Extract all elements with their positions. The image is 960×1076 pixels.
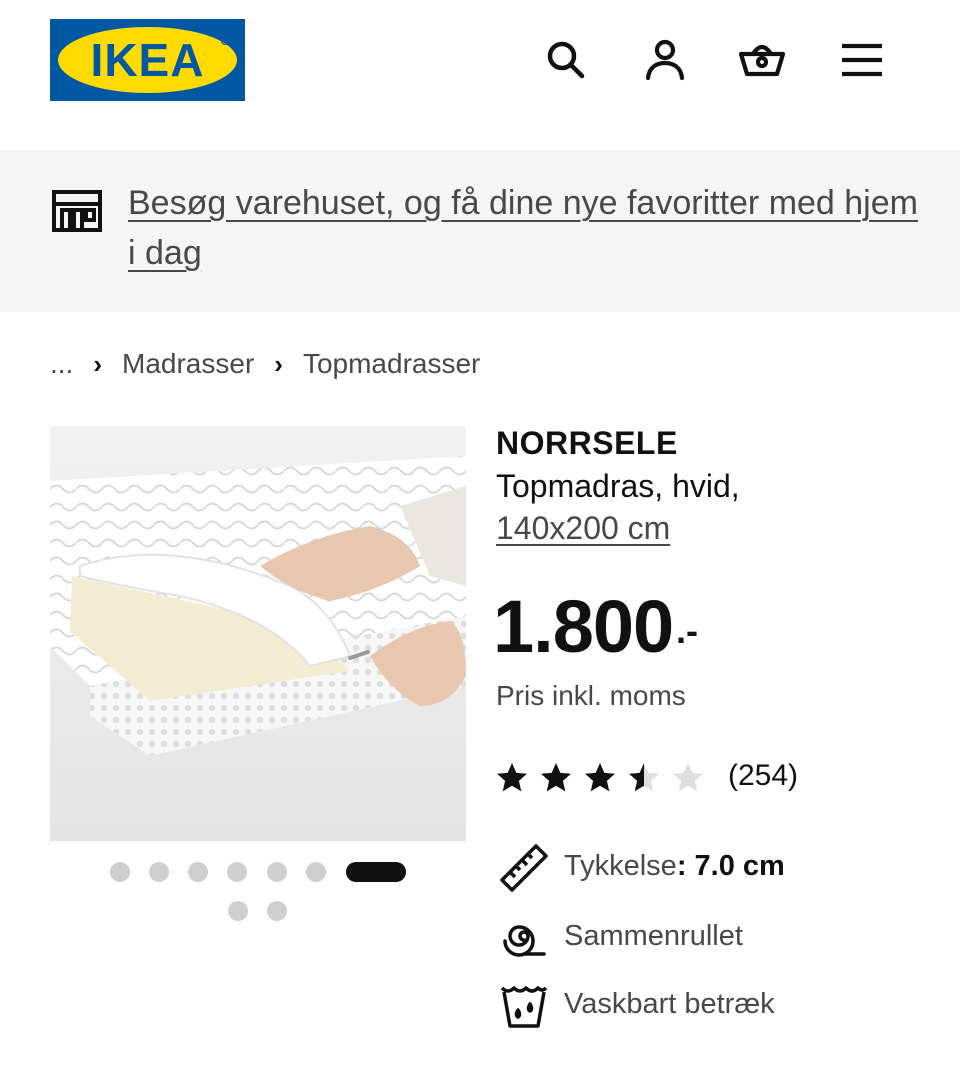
gallery-dot[interactable] bbox=[110, 862, 130, 882]
feature-label: Vaskbart betræk bbox=[564, 988, 775, 1020]
gallery-dot-active[interactable] bbox=[346, 862, 406, 882]
rolled-icon bbox=[496, 910, 552, 966]
breadcrumb: ... › Madrasser › Topmadrasser bbox=[50, 342, 480, 386]
star-full-icon bbox=[497, 763, 527, 792]
product-image[interactable] bbox=[50, 426, 466, 841]
gallery-dot[interactable] bbox=[306, 862, 326, 882]
product-price: 1.800 bbox=[493, 585, 674, 668]
feature-name: Tykkelse bbox=[564, 850, 677, 882]
basket-icon[interactable] bbox=[738, 36, 786, 84]
search-icon[interactable] bbox=[542, 36, 590, 84]
store-visit-banner: Besøg varehuset, og få dine nye favoritt… bbox=[0, 150, 960, 312]
registered-mark bbox=[221, 37, 229, 45]
breadcrumb-item-topmadrasser[interactable]: Topmadrasser bbox=[303, 348, 480, 380]
feature-label: Tykkelse: 7.0 cm bbox=[564, 850, 785, 883]
star-half-icon bbox=[629, 763, 659, 792]
breadcrumb-item-madrasser[interactable]: Madrasser bbox=[122, 348, 254, 380]
gallery-dot[interactable] bbox=[267, 862, 287, 882]
breadcrumb-ellipsis[interactable]: ... bbox=[50, 348, 73, 380]
gallery-dot[interactable] bbox=[267, 901, 287, 921]
gallery-dot[interactable] bbox=[188, 862, 208, 882]
feature-value: : 7.0 cm bbox=[676, 850, 785, 882]
feature-rolled: Sammenrullet bbox=[496, 910, 916, 966]
product-size-link[interactable]: 140x200 cm bbox=[496, 510, 670, 547]
review-count[interactable]: (254) bbox=[728, 759, 798, 793]
gallery-dot[interactable] bbox=[149, 862, 169, 882]
breadcrumb-separator: › bbox=[274, 348, 283, 379]
star-full-icon bbox=[585, 763, 615, 792]
vat-note: Pris inkl. moms bbox=[496, 680, 686, 711]
ikea-logo[interactable]: IKEA bbox=[50, 19, 245, 101]
gallery-dot[interactable] bbox=[228, 901, 248, 921]
product-description: Topmadras, hvid, bbox=[496, 468, 740, 504]
store-visit-link[interactable]: Besøg varehuset, og få dine nye favoritt… bbox=[128, 178, 918, 278]
gallery-dot[interactable] bbox=[227, 862, 247, 882]
ruler-icon bbox=[496, 840, 552, 896]
feature-label: Sammenrullet bbox=[564, 920, 743, 952]
star-empty-icon bbox=[673, 763, 703, 792]
price-suffix: .- bbox=[676, 610, 698, 651]
site-header: IKEA bbox=[0, 0, 960, 150]
star-full-icon bbox=[541, 763, 571, 792]
breadcrumb-separator: › bbox=[93, 348, 103, 379]
store-icon bbox=[50, 188, 106, 236]
feature-thickness: Tykkelse: 7.0 cm bbox=[496, 840, 916, 896]
product-name: NORRSELE bbox=[496, 425, 678, 461]
logo-text: IKEA bbox=[90, 34, 205, 86]
account-icon[interactable] bbox=[641, 36, 689, 84]
washable-icon bbox=[496, 978, 552, 1034]
feature-washable: Vaskbart betræk bbox=[496, 978, 916, 1034]
menu-icon[interactable] bbox=[838, 36, 886, 84]
